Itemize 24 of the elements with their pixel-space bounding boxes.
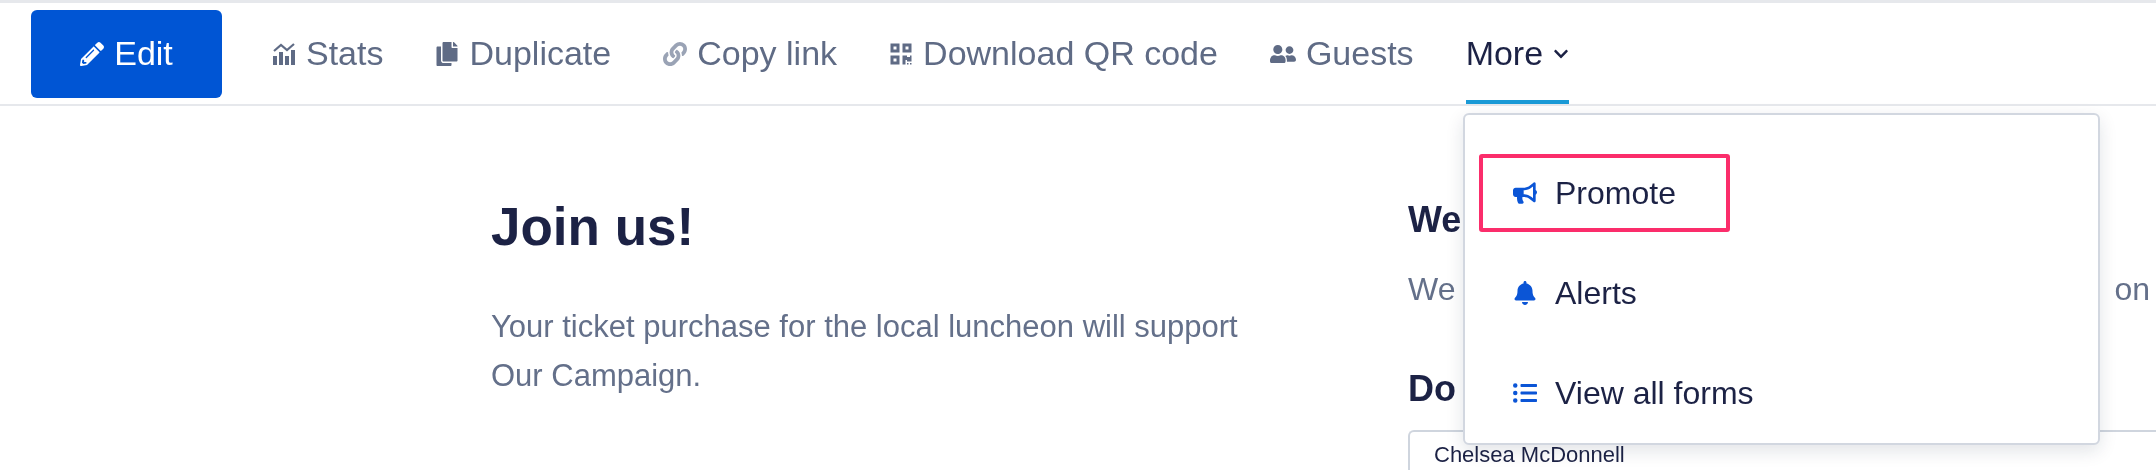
- section-text: We: [1408, 271, 1456, 308]
- megaphone-icon: [1513, 181, 1537, 205]
- bell-icon: [1513, 281, 1537, 305]
- section-heading: Do: [1408, 367, 1456, 410]
- menu-item[interactable]: Alerts: [1479, 254, 1730, 332]
- toolbar-tab[interactable]: Duplicate: [435, 3, 612, 104]
- pencil-icon: [80, 41, 105, 66]
- edit-button[interactable]: Edit: [31, 9, 222, 98]
- form-description: Your ticket purchase for the local luncheon will support Our Campaign.: [491, 308, 1239, 395]
- toolbar-tab[interactable]: Guests: [1269, 3, 1414, 104]
- chart-icon: [272, 41, 296, 66]
- documents-icon: [435, 41, 460, 66]
- section-heading: We: [1408, 198, 1462, 241]
- toolbar-tab[interactable]: Copy link: [663, 3, 838, 104]
- more-tab[interactable]: More: [1465, 3, 1570, 104]
- toolbar-tab[interactable]: Stats: [272, 3, 384, 104]
- toolbar-tab[interactable]: Download QR code: [889, 3, 1218, 104]
- list-icon: [1513, 381, 1537, 405]
- menu-item[interactable]: Promote: [1479, 154, 1730, 232]
- menu-item[interactable]: View all forms: [1479, 354, 1778, 432]
- qr-code-icon: [889, 41, 914, 66]
- link-icon: [663, 41, 688, 66]
- section-text: on: [2114, 271, 2150, 308]
- form-title: Join us!: [491, 196, 696, 258]
